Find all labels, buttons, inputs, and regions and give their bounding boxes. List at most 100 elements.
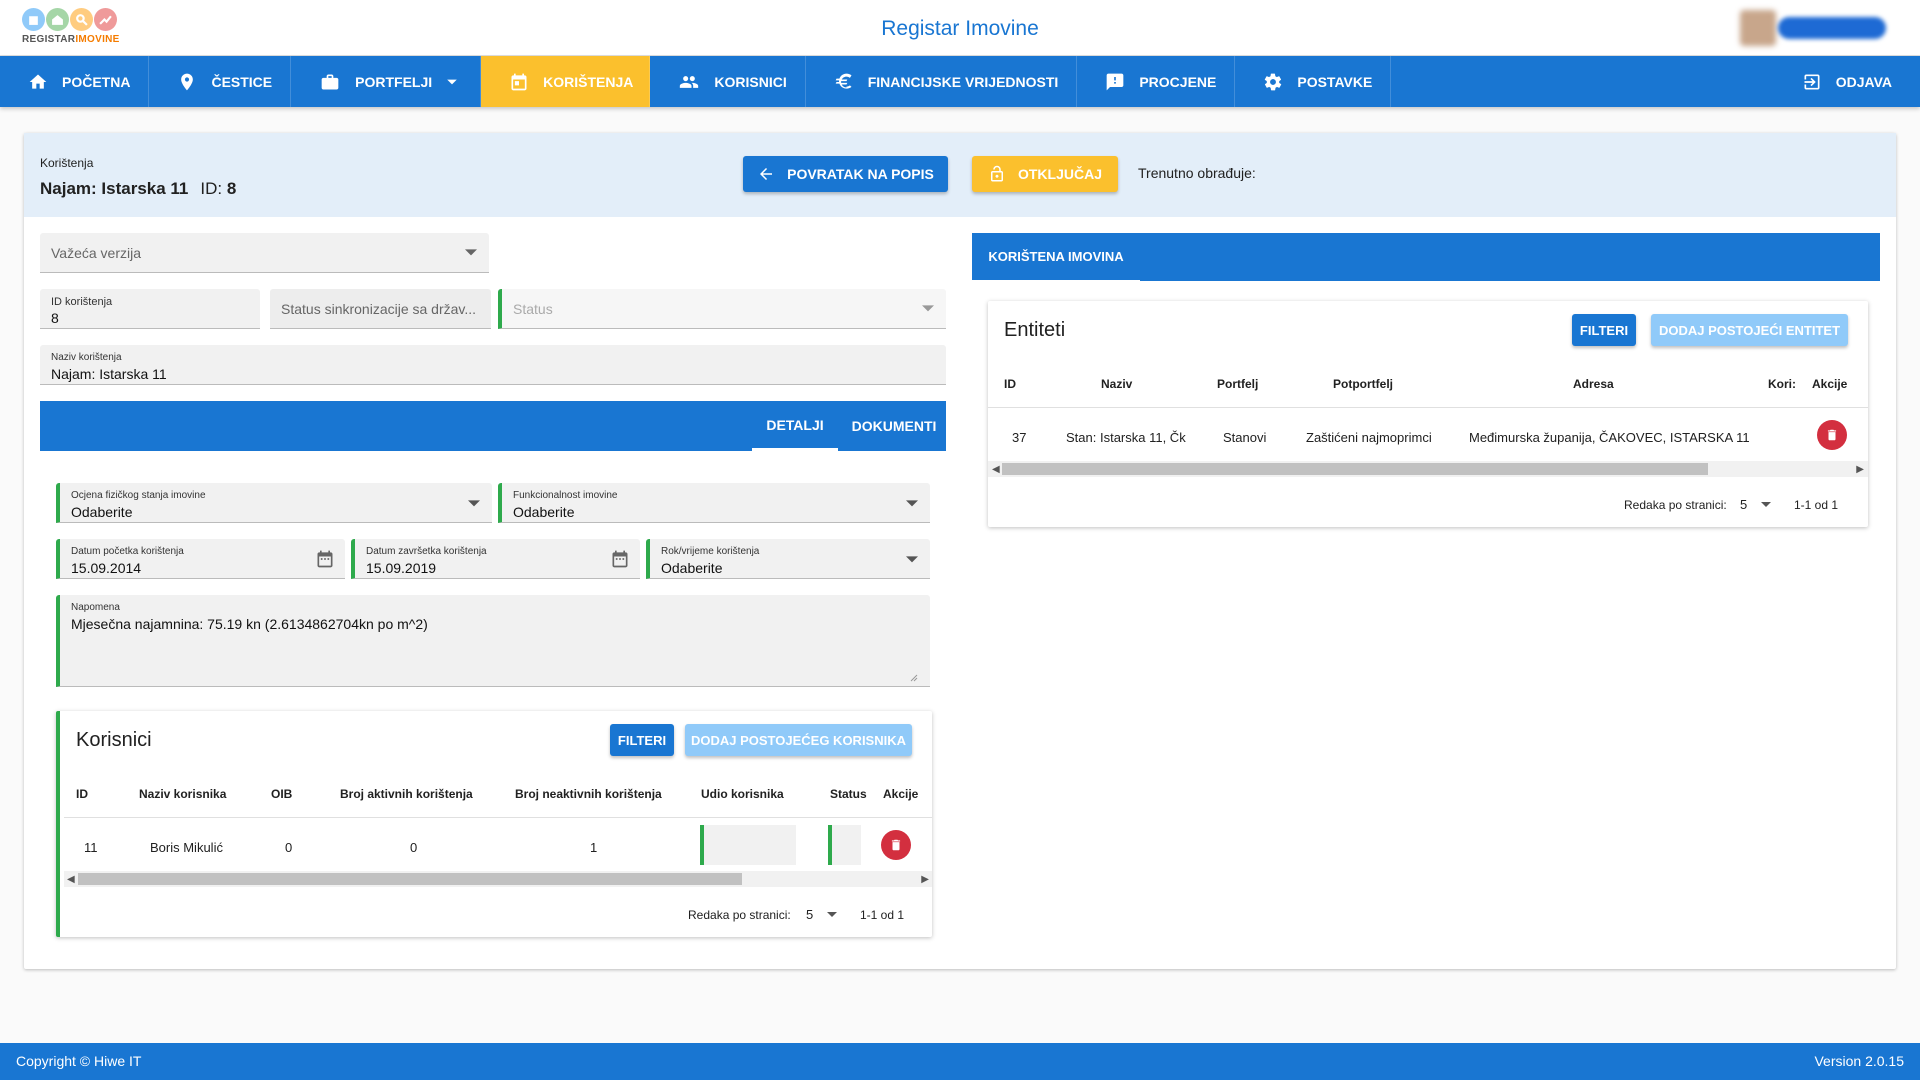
nav-label: POSTAVKE [1297,73,1373,90]
scroll-left-icon[interactable]: ◀ [67,874,75,885]
column-header[interactable]: ID [1004,377,1016,391]
column-header[interactable]: Udio korisnika [701,787,784,801]
breadcrumb: Korištenja [40,156,94,170]
scrollbar-thumb[interactable] [1002,463,1708,475]
add-existing-user-button[interactable]: DODAJ POSTOJEĆEG KORISNIKA [685,724,912,756]
delete-button[interactable] [881,830,911,860]
status-placeholder: Status [513,301,553,317]
column-header[interactable]: Naziv [1101,377,1132,391]
entities-title: Entiteti [1004,319,1066,341]
scroll-right-icon[interactable]: ▶ [921,874,929,885]
functionality-label: Funkcionalnost imovine [513,490,618,501]
rows-per-page-select[interactable]: 5 [806,907,838,922]
chevron-down-icon [1761,501,1772,507]
nav-item-postavke[interactable]: POSTAVKE [1235,56,1392,107]
horizontal-scrollbar[interactable]: ◀ ▶ [988,461,1868,477]
column-header[interactable]: Naziv korisnika [139,787,226,801]
trash-icon [891,839,901,851]
logout-button[interactable]: ODJAVA [1802,56,1920,107]
usage-name-field[interactable]: Naziv korištenja Najam: Istarska 11 [40,345,946,385]
physical-condition-value: Odaberite [71,504,133,520]
nav-label: PORTFELJI [355,73,433,90]
calendar-icon[interactable] [610,549,630,569]
start-date-field[interactable]: Datum početka korištenja 15.09.2014 [56,539,345,579]
cell-active-count: 0 [410,840,418,855]
main-nav: POČETNA ČESTICE PORTFELJI KORIŠTENJA KOR… [0,56,1920,107]
physical-condition-select[interactable]: Ocjena fizičkog stanja imovine Odaberite [56,483,492,523]
scroll-right-icon[interactable]: ▶ [1856,464,1864,475]
chevron-down-icon [922,305,934,312]
sync-status-field[interactable]: Status sinkronizacije sa držav... [270,289,491,329]
tab-dokumenti[interactable]: DOKUMENTI [848,401,940,451]
trash-icon [1827,429,1837,441]
arrow-left-icon [760,168,773,180]
tab-koristena-imovina[interactable]: KORIŠTENA IMOVINA [972,233,1140,283]
users-filter-button[interactable]: FILTERI [610,724,674,756]
unlock-button-label: OTKLJUČAJ [1017,166,1102,182]
calendar-icon[interactable] [315,549,335,569]
copyright-text: Copyright © Hiwe IT [16,1053,142,1069]
usage-term-select[interactable]: Rok/vrijeme korištenja Odaberite [646,539,930,579]
cell-address: Međimurska županija, ČAKOVEC, ISTARSKA 1… [1469,430,1750,445]
end-date-value: 15.09.2019 [366,560,437,576]
scrollbar-thumb[interactable] [78,873,742,885]
nav-item-procjene[interactable]: PROCJENE [1077,56,1236,107]
version-select[interactable]: Važeća verzija [40,233,489,273]
user-name-badge [1778,17,1886,39]
column-header[interactable]: Portfelj [1217,377,1258,391]
cell-name: Stan: Istarska 11, Čk [1066,430,1186,445]
status-select[interactable]: Status [498,289,946,329]
column-header[interactable]: Potportfelj [1333,377,1393,391]
tab-label: DOKUMENTI [851,418,937,434]
scroll-left-icon[interactable]: ◀ [992,464,1000,475]
user-status-input[interactable] [828,825,861,865]
note-textarea[interactable]: Napomena Mjesečna najamnina: 75.19 kn (2… [56,595,930,687]
rows-per-page-select[interactable]: 5 [1740,497,1772,512]
nav-item-korisnici[interactable]: KORISNICI [650,56,806,107]
user-menu[interactable] [1740,10,1895,46]
add-existing-entity-button[interactable]: DODAJ POSTOJEĆI ENTITET [1651,314,1848,346]
tab-label: KORIŠTENA IMOVINA [988,249,1124,264]
tab-detalji[interactable]: DETALJI [752,401,838,451]
map-pin-icon [181,73,194,90]
nav-item-financijske-vrijednosti[interactable]: FINANCIJSKE VRIJEDNOSTI [806,56,1078,107]
record-card: Korištenja Najam: Istarska 11 ID: 8 POVRA… [24,133,1896,969]
cell-inactive-count: 1 [590,840,598,855]
delete-button[interactable] [1817,420,1847,450]
filter-label: FILTERI [1579,322,1629,338]
entities-filter-button[interactable]: FILTERI [1572,314,1636,346]
nav-item-portfelji[interactable]: PORTFELJI [291,56,482,107]
app-title: Registar Imovine [881,17,1039,40]
unlock-button[interactable]: OTKLJUČAJ [972,156,1118,192]
nav-item-koristenja[interactable]: KORIŠTENJA [481,56,651,107]
column-header[interactable]: Broj neaktivnih korištenja [515,787,662,801]
user-share-input[interactable] [700,825,796,865]
version-placeholder: Važeća verzija [51,245,142,261]
resize-handle-icon[interactable] [910,674,918,682]
nav-item-pocetna[interactable]: POČETNA [0,56,150,107]
nav-label: FINANCIJSKE VRIJEDNOSTI [867,73,1059,90]
column-header[interactable]: ID [76,787,88,801]
add-user-label: DODAJ POSTOJEĆEG KORISNIKA [690,732,907,748]
horizontal-scrollbar[interactable]: ◀ ▶ [64,871,932,887]
column-header[interactable]: Adresa [1573,377,1614,391]
lock-open-icon [990,165,1003,182]
nav-item-cestice[interactable]: ČESTICE [149,56,292,107]
nav-label: KORIŠTENJA [543,73,634,90]
usage-id-field[interactable]: ID korištenja 8 [40,289,260,329]
end-date-field[interactable]: Datum završetka korištenja 15.09.2019 [351,539,640,579]
pagination-range: 1-1 od 1 [860,908,905,922]
column-header: Akcije [1812,377,1848,391]
chevron-down-icon [468,500,480,507]
gear-icon [1265,73,1282,90]
column-header[interactable]: Broj aktivnih korištenja [340,787,473,801]
back-to-list-button[interactable]: POVRATAK NA POPIS [743,156,948,192]
column-header[interactable]: Kori: [1768,377,1796,391]
pagination-range: 1-1 od 1 [1794,498,1839,512]
sync-status-placeholder: Status sinkronizacije sa držav... [281,301,477,317]
functionality-select[interactable]: Funkcionalnost imovine Odaberite [498,483,930,523]
column-header[interactable]: OIB [271,787,292,801]
home-icon [29,74,47,89]
column-header[interactable]: Status [830,787,867,801]
top-bar: REGISTARIMOVINE Registar Imovine [0,0,1920,56]
